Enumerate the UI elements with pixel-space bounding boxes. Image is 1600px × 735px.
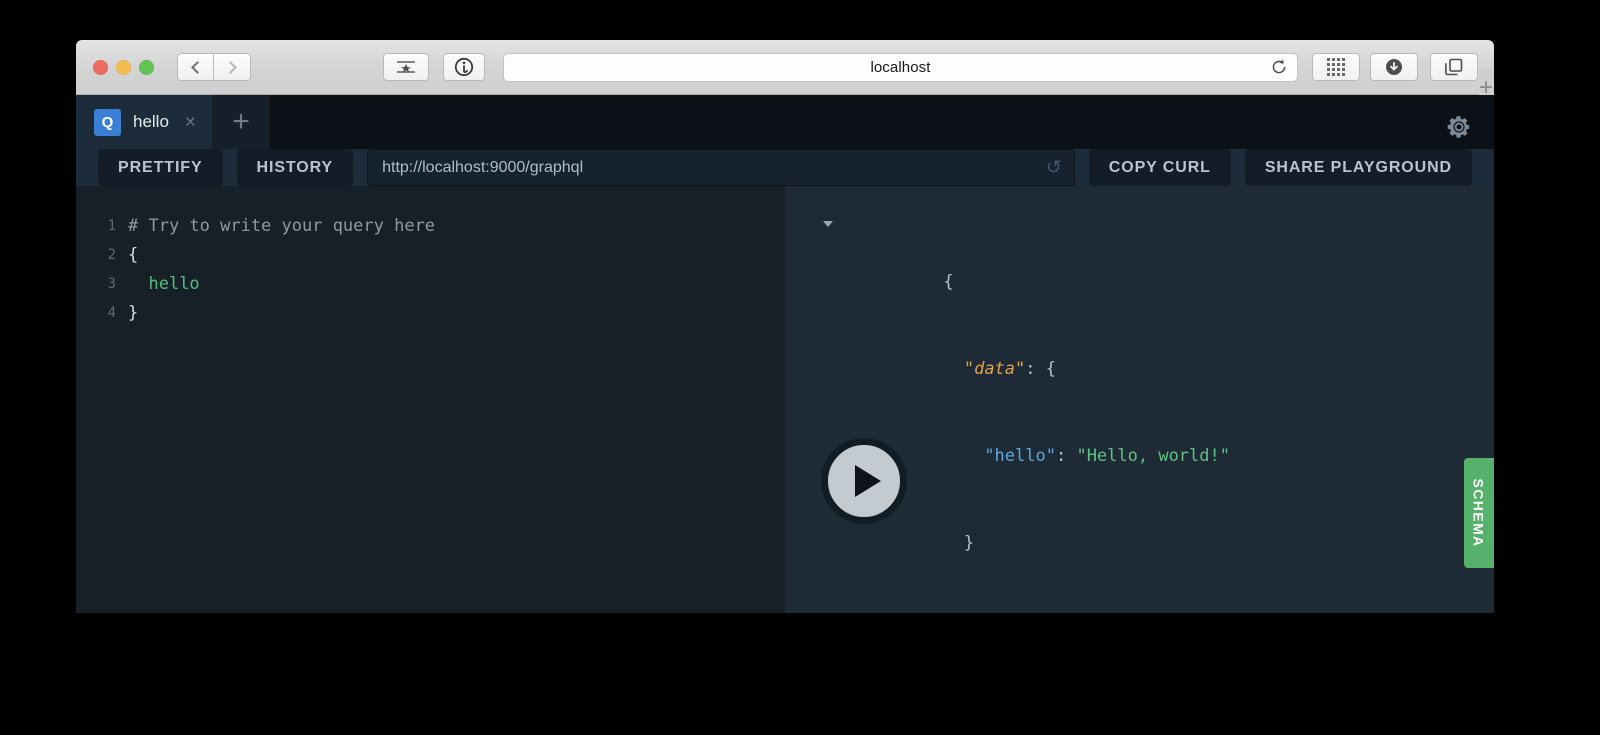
result-data-open-brace: { <box>1045 359 1056 379</box>
query-indent <box>128 270 148 299</box>
result-value-hello: "Hello, world!" <box>1076 446 1230 466</box>
browser-titlebar: localhost + <box>76 40 1494 112</box>
new-playground-tab-button[interactable]: + <box>212 95 271 149</box>
forward-button[interactable] <box>214 53 251 81</box>
code-line: 2 { <box>76 241 785 270</box>
download-icon <box>1386 59 1402 75</box>
apps-grid-button[interactable] <box>1312 53 1360 81</box>
copy-curl-button[interactable]: COPY CURL <box>1088 149 1231 186</box>
query-close-brace: } <box>128 303 139 323</box>
line-number: 2 <box>107 247 116 263</box>
query-comment: # Try to write your query here <box>128 216 436 236</box>
play-icon <box>854 465 881 497</box>
chevron-right-icon <box>224 60 237 74</box>
result-line: { <box>785 210 1494 326</box>
gear-icon <box>1447 116 1470 138</box>
history-button[interactable]: HISTORY <box>236 149 354 186</box>
schema-tab-label: SCHEMA <box>1471 478 1488 548</box>
code-line: 3 hello <box>76 270 785 299</box>
privacy-shield-icon <box>454 57 474 77</box>
playground-tabstrip: Q hello × + <box>76 95 1494 149</box>
result-data-close-brace: } <box>963 533 975 553</box>
apps-grid-icon <box>1327 58 1345 76</box>
line-number: 1 <box>107 218 116 234</box>
result-line: } <box>785 587 1494 613</box>
result-colon: : <box>1055 446 1077 466</box>
chevron-left-icon <box>190 60 204 74</box>
playground-toolbar: PRETTIFY HISTORY http://localhost:9000/g… <box>76 149 1494 186</box>
minimize-window-button[interactable] <box>116 59 131 75</box>
traffic-lights <box>93 59 154 75</box>
execute-query-button[interactable] <box>821 438 907 524</box>
playground-tab-label: hello <box>133 112 169 131</box>
prettify-button[interactable]: PRETTIFY <box>98 149 223 186</box>
maximize-window-button[interactable] <box>139 59 154 75</box>
line-number: 3 <box>107 276 116 292</box>
playground-panes: 1 # Try to write your query here 2 { 3 h… <box>76 186 1494 613</box>
result-key-data: "data" <box>963 359 1026 379</box>
browser-window: localhost + Q hello × + PRETTIFY HISTORY… <box>76 40 1494 613</box>
result-viewer: { "data": { "hello": "Hello, world!" } } <box>785 186 1494 613</box>
result-open-brace: { <box>943 272 954 292</box>
url-bar[interactable]: localhost <box>503 52 1298 82</box>
close-window-button[interactable] <box>93 59 108 75</box>
endpoint-input[interactable]: http://localhost:9000/graphql ↺ <box>367 149 1075 186</box>
reload-icon <box>1272 59 1286 74</box>
schema-tab-button[interactable]: SCHEMA <box>1464 458 1494 568</box>
navigation-buttons <box>177 53 251 81</box>
bookmarks-sidebar-icon <box>397 61 415 73</box>
graphql-playground: Q hello × + PRETTIFY HISTORY http://loca… <box>76 95 1494 613</box>
reset-endpoint-icon[interactable]: ↺ <box>1046 158 1062 177</box>
query-open-brace: { <box>128 245 139 265</box>
query-editor[interactable]: 1 # Try to write your query here 2 { 3 h… <box>76 186 785 613</box>
close-icon[interactable]: × <box>185 113 196 132</box>
reload-button[interactable] <box>1269 57 1289 77</box>
code-line: 4 } <box>76 299 785 328</box>
query-field-hello: hello <box>148 274 200 294</box>
share-playground-button[interactable]: SHARE PLAYGROUND <box>1244 149 1472 186</box>
result-colon: : <box>1025 359 1046 379</box>
settings-button[interactable] <box>1446 114 1472 140</box>
query-type-badge: Q <box>94 108 121 136</box>
endpoint-url-text: http://localhost:9000/graphql <box>382 158 584 176</box>
downloads-button[interactable] <box>1370 53 1418 81</box>
result-line: "data": { <box>785 326 1494 413</box>
result-key-hello: "hello" <box>984 446 1056 466</box>
playground-tab-hello[interactable]: Q hello × <box>76 95 213 149</box>
sidebar-button[interactable] <box>383 53 429 81</box>
url-text: localhost <box>870 58 931 76</box>
line-number: 4 <box>107 305 116 321</box>
privacy-report-button[interactable] <box>443 53 485 81</box>
tab-overview-button[interactable] <box>1430 53 1478 81</box>
toolbar-right-group <box>1370 53 1478 81</box>
back-button[interactable] <box>177 53 214 81</box>
show-tabs-overview-icon <box>1445 58 1463 76</box>
code-line: 1 # Try to write your query here <box>76 212 785 241</box>
chevron-down-icon[interactable] <box>823 221 833 227</box>
